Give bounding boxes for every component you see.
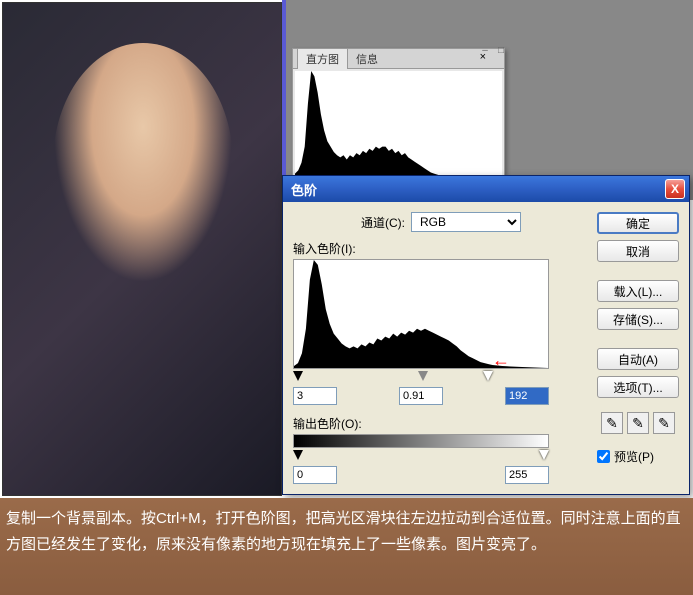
dialog-titlebar[interactable]: 色阶 X: [283, 176, 689, 202]
midtone-slider[interactable]: [418, 371, 428, 381]
black-eyedropper-icon[interactable]: ✎: [601, 412, 623, 434]
preview-checkbox-row[interactable]: 预览(P): [597, 448, 679, 465]
cancel-button[interactable]: 取消: [597, 240, 679, 262]
output-levels-label: 输出色阶(O):: [293, 415, 589, 432]
auto-button[interactable]: 自动(A): [597, 348, 679, 370]
close-button[interactable]: X: [665, 179, 685, 199]
ok-button[interactable]: 确定: [597, 212, 679, 234]
input-gamma-field[interactable]: [399, 387, 443, 405]
channel-select[interactable]: RGB: [411, 212, 521, 232]
black-point-slider[interactable]: [293, 371, 303, 381]
input-white-field[interactable]: [505, 387, 549, 405]
white-eyedropper-icon[interactable]: ✎: [653, 412, 675, 434]
output-black-slider[interactable]: [293, 450, 303, 460]
output-gradient: [293, 434, 549, 448]
maximize-icon[interactable]: □: [494, 45, 508, 59]
levels-dialog: 色阶 X 通道(C): RGB 输入色阶(I): ←: [282, 175, 690, 495]
channel-label: 通道(C):: [361, 214, 405, 231]
output-white-field[interactable]: [505, 466, 549, 484]
edited-photo: [2, 2, 282, 496]
histogram-chart: [295, 71, 502, 179]
output-black-field[interactable]: [293, 466, 337, 484]
input-levels-label: 输入色阶(I):: [293, 240, 589, 257]
preview-label: 预览(P): [614, 448, 654, 465]
options-button[interactable]: 选项(T)...: [597, 376, 679, 398]
gray-eyedropper-icon[interactable]: ✎: [627, 412, 649, 434]
histogram-panel: 直方图 × 信息 – □: [292, 48, 505, 178]
preview-checkbox[interactable]: [597, 450, 610, 463]
white-point-slider[interactable]: [483, 371, 493, 381]
save-button[interactable]: 存储(S)...: [597, 308, 679, 330]
histogram-display: [295, 71, 502, 179]
input-histogram: ←: [293, 259, 549, 369]
dialog-title: 色阶: [287, 180, 317, 199]
output-slider-track[interactable]: [293, 450, 549, 462]
input-black-field[interactable]: [293, 387, 337, 405]
load-button[interactable]: 载入(L)...: [597, 280, 679, 302]
red-arrow-annotation: ←: [492, 350, 510, 371]
tab-histogram[interactable]: 直方图: [297, 48, 348, 69]
tab-info[interactable]: 信息: [348, 49, 386, 69]
panel-tabs: 直方图 × 信息: [293, 49, 504, 69]
output-white-slider[interactable]: [539, 450, 549, 460]
input-slider-track[interactable]: [293, 371, 549, 383]
instruction-caption: 复制一个背景副本。按Ctrl+M，打开色阶图，把高光区滑块往左边拉动到合适位置。…: [0, 498, 693, 595]
panel-window-controls: – □: [478, 45, 508, 59]
minimize-icon[interactable]: –: [478, 45, 492, 59]
